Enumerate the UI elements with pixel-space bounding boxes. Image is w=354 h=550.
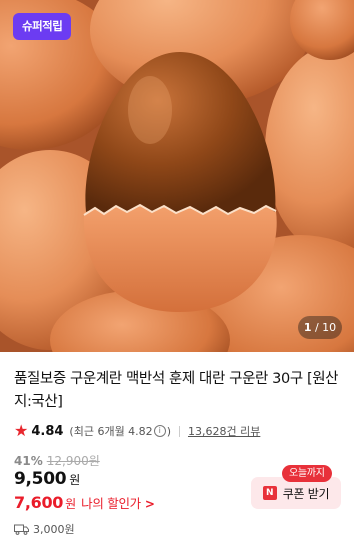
shipping-row: 3,000원	[14, 521, 75, 537]
naver-logo-icon: N	[262, 486, 277, 500]
super-reward-badge: 슈퍼적립	[13, 13, 72, 40]
original-price-row: 41% 12,900원	[14, 452, 100, 469]
image-counter: 1 / 10	[298, 316, 342, 339]
recent-rating-prefix: (최근 6개월 4.82	[69, 425, 153, 438]
today-only-tag: 오늘까지	[282, 465, 332, 482]
sale-price-row: 9,500 원	[14, 469, 80, 489]
product-title: 품질보증 구운계란 맥반석 훈제 대란 구운란 30구 [원산지:국산]	[14, 371, 339, 410]
review-count-link[interactable]: 13,628건 리뷰	[188, 423, 260, 439]
chevron-right-icon: >	[144, 497, 155, 511]
discount-rate: 41%	[14, 453, 43, 468]
my-discount-price-link[interactable]: 7,600 원 나의 할인가 >	[14, 493, 155, 512]
my-discount-price: 7,600	[14, 493, 64, 512]
product-image[interactable]: 슈퍼적립 1 / 10	[0, 0, 354, 352]
get-coupon-label: 쿠폰 받기	[282, 486, 330, 501]
recent-rating-suffix: )	[166, 424, 171, 438]
original-price: 12,900원	[46, 454, 100, 468]
image-counter-total: 10	[322, 321, 337, 334]
sale-price-unit: 원	[69, 473, 81, 487]
sale-price: 9,500	[14, 469, 67, 489]
eggs-photo	[0, 0, 354, 352]
rating-score: 4.84	[31, 423, 64, 439]
divider	[178, 425, 180, 437]
truck-icon	[14, 524, 29, 535]
my-discount-label: 나의 할인가	[81, 496, 141, 511]
info-icon[interactable]: i	[153, 425, 166, 437]
shipping-fee: 3,000원	[33, 523, 75, 536]
star-icon: ★	[14, 421, 29, 440]
image-counter-separator: /	[311, 321, 323, 334]
my-discount-price-unit: 원	[65, 497, 77, 511]
rating-row: ★ 4.84 (최근 6개월 4.82 i ) 13,628건 리뷰	[14, 422, 260, 440]
